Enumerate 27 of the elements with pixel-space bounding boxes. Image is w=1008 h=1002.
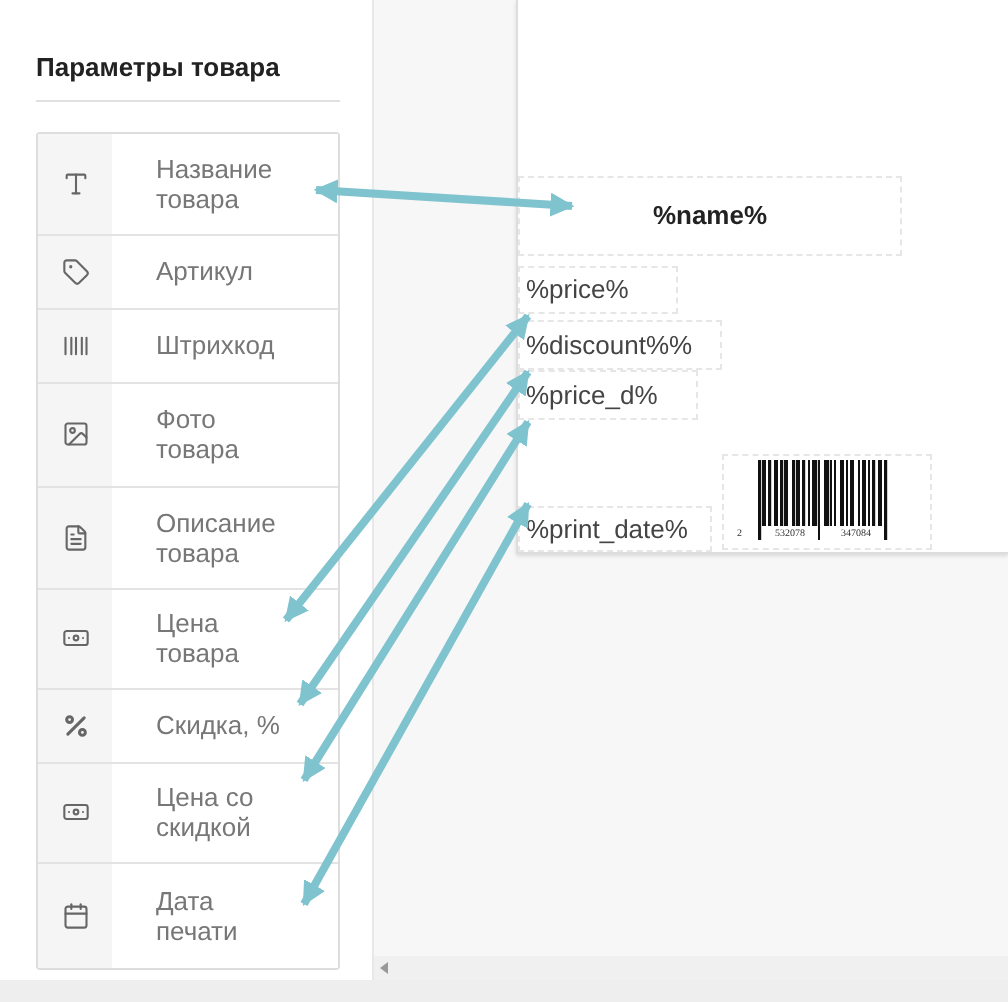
text-field[interactable]: %discount%% bbox=[518, 320, 722, 370]
parameter-item[interactable]: Артикул bbox=[38, 235, 338, 309]
parameter-item[interactable]: Штрихкод bbox=[38, 309, 338, 383]
panel-title: Параметры товара bbox=[36, 48, 340, 101]
barcode-icon bbox=[61, 331, 89, 359]
name-field[interactable]: %name% bbox=[518, 176, 902, 256]
banknote-icon bbox=[61, 798, 89, 826]
parameter-item[interactable]: Фото товара bbox=[38, 383, 338, 487]
parameter-item[interactable]: Описание товара bbox=[38, 487, 338, 589]
text-field[interactable]: %print_date% bbox=[518, 506, 712, 552]
banknote-icon bbox=[61, 624, 89, 652]
barcode-drawing bbox=[757, 460, 889, 540]
parameter-item[interactable]: Название товара bbox=[38, 133, 338, 235]
document-icon bbox=[61, 523, 89, 551]
parameter-item[interactable]: Цена со скидкой bbox=[38, 763, 338, 863]
scroll-left-icon[interactable] bbox=[380, 962, 388, 974]
horizontal-scrollbar[interactable] bbox=[374, 956, 1008, 980]
parameter-item[interactable]: Цена товара bbox=[38, 589, 338, 689]
tag-icon bbox=[61, 257, 89, 285]
parameter-item[interactable]: Дата печати bbox=[38, 863, 338, 967]
image-icon bbox=[61, 420, 89, 448]
letter-icon bbox=[61, 169, 89, 197]
text-field[interactable]: %price_d% bbox=[518, 370, 698, 420]
calendar-icon bbox=[61, 901, 89, 929]
percent-icon bbox=[61, 711, 89, 739]
parameter-item[interactable]: Скидка, % bbox=[38, 689, 338, 763]
text-field[interactable]: %price% bbox=[518, 266, 678, 314]
